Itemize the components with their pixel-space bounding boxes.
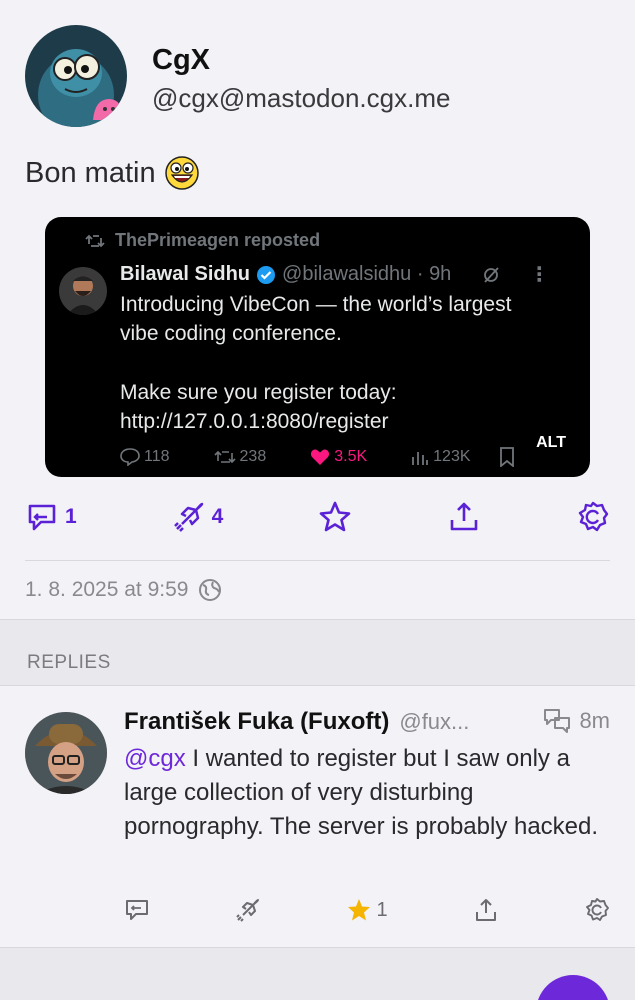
reply-icon [126, 900, 148, 920]
reply-share-button[interactable] [473, 897, 499, 923]
reply-content: @cgx I wanted to register but I saw only… [124, 742, 604, 844]
bookmark-icon [499, 447, 514, 467]
mention-link[interactable]: @cgx [124, 745, 186, 772]
favourite-button[interactable] [318, 500, 352, 534]
rocket-icon [173, 502, 203, 532]
reply-header: František Fuka (Fuxoft) @fux... [124, 708, 610, 736]
conversation-icon [544, 709, 571, 733]
media-attachment-image[interactable]: ThePrimeagen reposted Bilawal Sidhu @bil… [45, 217, 590, 477]
tweet-views-stat: 123K [411, 448, 471, 466]
tweet-stats: 118 238 3.5K 123K [120, 447, 515, 467]
bar-chart-icon [412, 452, 429, 465]
tweet-reposts-stat: 238 [213, 448, 266, 466]
replies-section-header: REPLIES [0, 620, 635, 686]
gear-icon [586, 898, 609, 921]
tweet-line: vibe coding conference. [120, 322, 342, 345]
reply-favourite-count: 1 [376, 898, 388, 921]
author-avatar[interactable] [25, 25, 127, 127]
tweet-likes-stat: 3.5K [310, 448, 367, 466]
reply-item[interactable]: František Fuka (Fuxoft) @fux... 8m @cgx … [0, 686, 635, 948]
more-options-button[interactable] [576, 500, 610, 534]
tweet-header: Bilawal Sidhu @bilawalsidhu · 9h ⋮ [120, 262, 549, 287]
gear-icon [578, 501, 609, 532]
grok-icon [484, 266, 499, 283]
reply-icon [28, 504, 56, 531]
tweet-author-avatar [59, 267, 107, 315]
more-options-icon: ⋮ [529, 264, 550, 286]
reply-meta: 8m [543, 708, 610, 734]
replies-label: REPLIES [27, 652, 111, 673]
repost-header: ThePrimeagen reposted [85, 230, 320, 251]
reply-more-button[interactable] [584, 897, 610, 923]
reply-text: I wanted to register but I saw only a la… [124, 745, 599, 840]
reply-reply-button[interactable] [124, 897, 150, 923]
post-text: Bon matin [25, 156, 156, 189]
tweet-author-name: Bilawal Sidhu [120, 263, 251, 285]
share-icon [450, 502, 478, 531]
globe-icon [199, 579, 222, 601]
grinning-face-emoji-icon [164, 156, 199, 190]
reply-favourite-button[interactable]: 1 [346, 897, 388, 923]
main-post: CgX @cgx@mastodon.cgx.me Bon matin ThePr… [0, 0, 635, 620]
post-timestamp: 1. 8. 2025 at 9:59 [25, 578, 222, 602]
reply-boost-button[interactable] [235, 897, 261, 923]
list-background [0, 948, 635, 1000]
share-icon [475, 899, 496, 921]
tweet-body: Introducing VibeCon — the world’s larges… [120, 290, 560, 436]
speech-bubble-icon [120, 448, 140, 466]
repost-label: ThePrimeagen reposted [115, 230, 321, 250]
reply-author-name[interactable]: František Fuka (Fuxoft) [124, 708, 389, 736]
boost-count: 4 [211, 505, 224, 528]
verified-badge-icon [257, 265, 276, 284]
heart-icon [311, 449, 330, 465]
post-actions: 1 4 [25, 497, 610, 537]
alt-text-badge[interactable]: ALT [536, 434, 566, 452]
reply-author-avatar[interactable] [25, 712, 107, 794]
repost-icon [85, 234, 105, 247]
rocket-icon [236, 899, 260, 922]
author-name[interactable]: CgX [152, 44, 210, 77]
repost-icon [213, 450, 236, 464]
reply-time: 8m [579, 708, 610, 733]
star-filled-icon [348, 899, 371, 921]
post-content: Bon matin [25, 155, 200, 191]
tweet-handle-time: @bilawalsidhu · 9h [282, 263, 452, 285]
tweet-replies-stat: 118 [120, 448, 170, 466]
star-icon [319, 501, 351, 532]
reply-actions: 1 [124, 894, 610, 926]
reply-count: 1 [65, 505, 77, 528]
divider [25, 560, 610, 561]
author-handle[interactable]: @cgx@mastodon.cgx.me [152, 83, 450, 114]
boost-button[interactable]: 4 [172, 500, 224, 534]
tweet-line: Introducing VibeCon — the world’s larges… [120, 293, 512, 316]
tweet-line: Make sure you register today: [120, 381, 397, 404]
tweet-line: http://127.0.0.1:8080/register [120, 410, 389, 433]
reply-author-handle[interactable]: @fux... [399, 709, 469, 735]
reply-button[interactable]: 1 [25, 500, 77, 534]
share-button[interactable] [447, 500, 481, 534]
